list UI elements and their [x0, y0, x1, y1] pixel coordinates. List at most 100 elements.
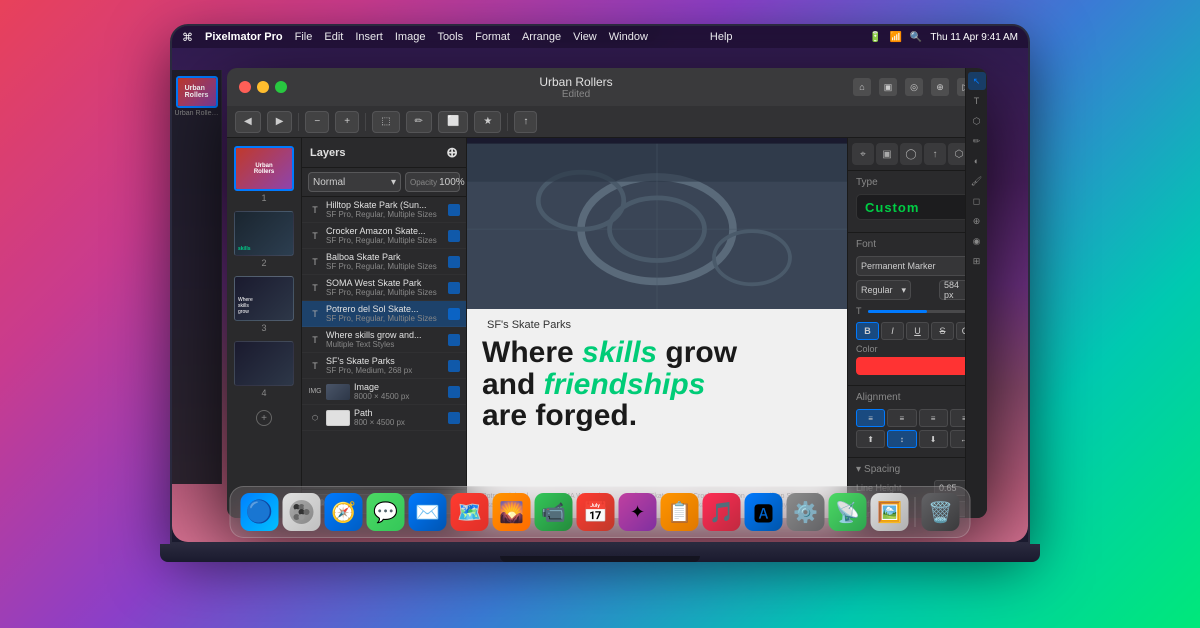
layer-item-4[interactable]: T Potrero del Sol Skate... SF Pro, Regul… [302, 301, 466, 327]
layer-visibility-2[interactable] [448, 256, 460, 268]
custom-type-dropdown[interactable]: Custom ▾ [856, 194, 979, 220]
dock-messages[interactable]: 💬 [367, 493, 405, 531]
dock-photos[interactable]: 🌄 [493, 493, 531, 531]
draw-btn[interactable]: ✏ [406, 111, 432, 133]
layer-visibility-8[interactable] [448, 412, 460, 424]
dock-safari[interactable]: 🧭 [325, 493, 363, 531]
menu-view[interactable]: View [573, 31, 597, 43]
layer-visibility-6[interactable] [448, 360, 460, 372]
strikethrough-button[interactable]: S [931, 322, 954, 340]
menu-image[interactable]: Image [395, 31, 426, 43]
toolbar-icon-3[interactable]: ◎ [905, 78, 923, 96]
layer-visibility-7[interactable] [448, 386, 460, 398]
search-icon[interactable]: 🔍 [910, 32, 922, 43]
layer-item-3[interactable]: T SOMA West Skate Park SF Pro, Regular, … [302, 275, 466, 301]
thumb-item-3[interactable]: Whereskillsgrow 3 [233, 276, 295, 333]
align-bottom-button[interactable]: ⬇ [919, 430, 948, 448]
layer-item-0[interactable]: T Hilltop Skate Park (Sun... SF Pro, Reg… [302, 197, 466, 223]
dock-preview[interactable]: 🖼️ [871, 493, 909, 531]
zoom-out[interactable]: − [305, 111, 329, 133]
dock-facetime[interactable]: 📹 [535, 493, 573, 531]
inspector-tool-3[interactable]: ◯ [900, 143, 922, 165]
blend-mode-dropdown[interactable]: Normal ▾ [308, 172, 401, 192]
font-name-dropdown[interactable]: Permanent Marker ▾ [856, 256, 979, 276]
app-name[interactable]: Pixelmator Pro [205, 31, 283, 43]
bold-button[interactable]: B [856, 322, 879, 340]
layer-item-7[interactable]: IMG Image 8000 × 4500 px [302, 379, 466, 405]
apple-menu[interactable]: ⌘ [182, 31, 193, 44]
zoom-in[interactable]: + [335, 111, 359, 133]
dock-trash[interactable]: 🗑️ [922, 493, 960, 531]
dock-maps[interactable]: 🗺️ [451, 493, 489, 531]
close-button[interactable] [239, 81, 251, 93]
layer-item-2[interactable]: T Balboa Skate Park SF Pro, Regular, Mul… [302, 249, 466, 275]
layer-visibility-1[interactable] [448, 230, 460, 242]
toolbar-icon-1[interactable]: ⌂ [853, 78, 871, 96]
dock-pixelmator[interactable]: ✦ [619, 493, 657, 531]
clone-tool[interactable]: ⊕ [968, 212, 986, 230]
canvas-area[interactable]: SF's Skate Parks Where skills grow and f [467, 138, 847, 518]
menu-insert[interactable]: Insert [355, 31, 383, 43]
toolbar-icon-2[interactable]: ▣ [879, 78, 897, 96]
minimize-button[interactable] [257, 81, 269, 93]
align-middle-button[interactable]: ↕ [887, 430, 916, 448]
effects-btn[interactable]: ★ [474, 111, 501, 133]
pen-tool[interactable]: ✏ [968, 138, 986, 150]
opacity-field[interactable]: Opacity 100% [405, 172, 460, 192]
dock-calendar[interactable]: 📅 [577, 493, 615, 531]
dock-launchpad[interactable] [283, 493, 321, 531]
dock-reminders[interactable]: 📋 [661, 493, 699, 531]
layer-item-6[interactable]: T SF's Skate Parks SF Pro, Medium, 268 p… [302, 353, 466, 379]
inspector-tool-4[interactable]: ↑ [924, 143, 946, 165]
color-picker-tool[interactable]: ◉ [968, 232, 986, 250]
layer-visibility-0[interactable] [448, 204, 460, 216]
menu-window[interactable]: Window [609, 31, 648, 43]
align-top-button[interactable]: ⬆ [856, 430, 885, 448]
thumb-item-2[interactable]: skills 2 [233, 211, 295, 268]
add-page-button[interactable]: + [256, 410, 272, 426]
dock-finder[interactable]: 🔵 [241, 493, 279, 531]
slider-track[interactable] [868, 310, 967, 313]
layers-options-icon[interactable]: ⊕ [446, 144, 458, 161]
align-left-button[interactable]: ≡ [856, 409, 885, 427]
erase-tool[interactable]: ◻ [968, 192, 986, 210]
dock-systemprefs[interactable]: ⚙️ [787, 493, 825, 531]
file-item-1[interactable]: UrbanRollers Urban Rollers.p... [175, 76, 218, 117]
color-swatch[interactable] [856, 357, 979, 375]
mask-btn[interactable]: ⬜ [438, 111, 468, 133]
menu-edit[interactable]: Edit [324, 31, 343, 43]
arrange-btn[interactable]: ⬚ [372, 111, 399, 133]
menu-tools[interactable]: Tools [437, 31, 463, 43]
toolbar-icon-4[interactable]: ⊕ [931, 78, 949, 96]
share-btn[interactable]: ↑ [514, 111, 537, 133]
font-style-dropdown[interactable]: Regular ▾ [856, 280, 911, 300]
menu-format[interactable]: Format [475, 31, 510, 43]
underline-button[interactable]: U [906, 322, 929, 340]
align-right-button[interactable]: ≡ [919, 409, 948, 427]
gradient-tool[interactable]: ◐ [968, 152, 986, 170]
nav-back[interactable]: ◀ [235, 111, 261, 133]
maximize-button[interactable] [275, 81, 287, 93]
inspector-tool-1[interactable]: ⌖ [852, 143, 874, 165]
layer-item-8[interactable]: ⬡ Path 800 × 4500 px [302, 405, 466, 431]
dock-music[interactable]: 🎵 [703, 493, 741, 531]
layer-item-5[interactable]: T Where skills grow and... Multiple Text… [302, 327, 466, 353]
layer-visibility-3[interactable] [448, 282, 460, 294]
layer-item-1[interactable]: T Crocker Amazon Skate... SF Pro, Regula… [302, 223, 466, 249]
dock-appstore[interactable]: 🅰 [745, 493, 783, 531]
dock-airdrop[interactable]: 📡 [829, 493, 867, 531]
thumb-item-1[interactable]: UrbanRollers 1 [233, 146, 295, 203]
crop-tool[interactable]: ⊞ [968, 252, 986, 270]
menu-help[interactable]: Help [710, 31, 733, 43]
menu-arrange[interactable]: Arrange [522, 31, 561, 43]
layer-visibility-4[interactable] [448, 308, 460, 320]
align-center-button[interactable]: ≡ [887, 409, 916, 427]
inspector-tool-2[interactable]: ▣ [876, 143, 898, 165]
thumb-item-4[interactable]: 4 [233, 341, 295, 398]
paint-tool[interactable]: 🖌 [968, 172, 986, 190]
menu-file[interactable]: File [295, 31, 313, 43]
italic-button[interactable]: I [881, 322, 904, 340]
nav-forward[interactable]: ▶ [267, 111, 293, 133]
layer-visibility-5[interactable] [448, 334, 460, 346]
dock-mail[interactable]: ✉️ [409, 493, 447, 531]
